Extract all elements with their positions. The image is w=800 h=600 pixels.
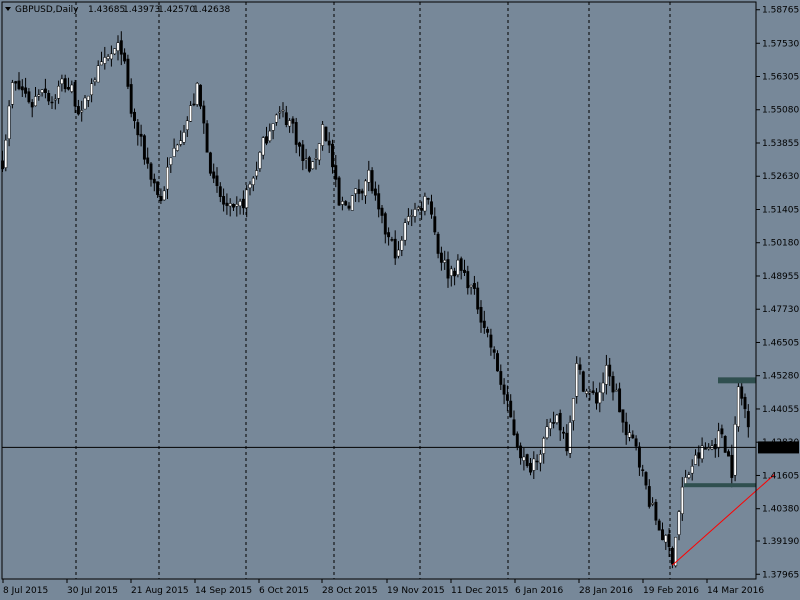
candle — [208, 151, 212, 176]
candle — [324, 126, 328, 142]
candle — [723, 435, 727, 453]
candle — [736, 382, 740, 432]
close-value: 1.42638 — [193, 5, 230, 15]
y-tick-label: 1.41605 — [762, 471, 799, 481]
candle — [113, 48, 117, 56]
y-tick-label: 1.47730 — [762, 305, 799, 315]
chart-background — [0, 0, 800, 600]
x-tick-label: 19 Feb 2016 — [643, 586, 699, 596]
candle — [525, 453, 529, 468]
x-tick-label: 6 Oct 2015 — [259, 586, 309, 596]
y-tick-label: 1.58765 — [762, 6, 799, 16]
x-tick-label: 21 Aug 2015 — [131, 586, 189, 596]
x-tick-label: 8 Jul 2015 — [3, 586, 48, 596]
x-tick-label: 30 Jul 2015 — [67, 586, 118, 596]
open-value: 1.43685 — [88, 5, 125, 15]
candle — [370, 167, 374, 194]
y-tick-label: 1.46505 — [762, 338, 799, 348]
candle — [733, 416, 737, 482]
candle — [350, 195, 354, 211]
y-tick-label: 1.56305 — [762, 72, 799, 82]
candle — [129, 78, 133, 118]
candle — [581, 370, 585, 393]
resistance-zone[interactable] — [718, 377, 756, 384]
candle — [199, 84, 202, 110]
y-tick-label: 1.50180 — [762, 239, 799, 249]
y-tick-label: 1.40380 — [762, 505, 799, 515]
candle — [307, 155, 311, 173]
candle — [258, 151, 262, 172]
y-tick-label: 1.51405 — [762, 205, 799, 215]
x-tick-label: 14 Mar 2016 — [707, 586, 764, 596]
y-tick-label: 1.44055 — [762, 405, 799, 415]
x-tick-label: 14 Sep 2015 — [195, 586, 252, 596]
candle — [311, 160, 315, 170]
current-price-text: 1.42638 — [762, 443, 799, 453]
y-tick-label: 1.48955 — [762, 272, 799, 282]
x-tick-label: 6 Jan 2016 — [515, 586, 563, 596]
chart-window[interactable]: 1.58765 1.57530 1.56305 1.55080 1.53855 1.526… — [0, 0, 800, 600]
low-value: 1.42570 — [158, 5, 195, 15]
chart-header: GBPUSD,Daily 1.43685 1.43973 1.42570 1.4… — [5, 5, 230, 15]
y-tick-label: 1.37965 — [762, 570, 799, 580]
candle — [10, 79, 14, 109]
candle — [205, 120, 209, 153]
support-zone[interactable] — [684, 483, 756, 488]
current-price-label: 1.42638 — [758, 441, 799, 454]
x-tick-label: 28 Jan 2016 — [579, 586, 633, 596]
candle — [195, 81, 199, 107]
candle — [496, 350, 499, 372]
high-value: 1.43973 — [123, 5, 160, 15]
candle — [337, 175, 341, 206]
y-tick-label: 1.55080 — [762, 106, 799, 116]
x-tick-label: 28 Oct 2015 — [322, 586, 378, 596]
y-tick-label: 1.53855 — [762, 139, 799, 149]
y-tick-label: 1.45280 — [762, 372, 799, 382]
x-tick-label: 19 Nov 2015 — [387, 586, 445, 596]
price-chart[interactable]: 1.58765 1.57530 1.56305 1.55080 1.53855 1.526… — [0, 0, 800, 600]
y-tick-label: 1.52630 — [762, 172, 799, 182]
candle — [175, 143, 179, 152]
symbol-label: GBPUSD,Daily — [15, 5, 79, 15]
candle — [126, 54, 130, 90]
y-tick-label: 1.39190 — [762, 537, 799, 547]
x-tick-label: 11 Dec 2015 — [451, 586, 509, 596]
y-tick-label: 1.57530 — [762, 39, 799, 49]
